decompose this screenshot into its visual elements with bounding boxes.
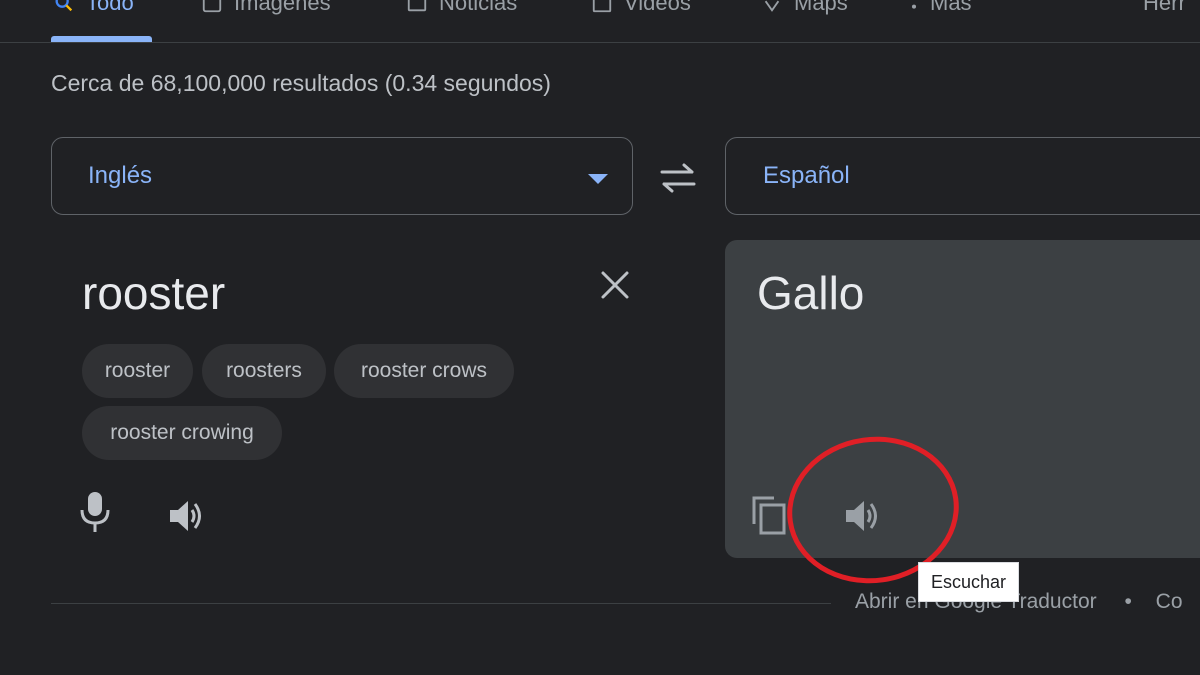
video-icon (590, 0, 614, 15)
footer-next-link[interactable]: Co (1156, 590, 1183, 613)
footer-separator: • (1124, 590, 1132, 613)
tab-mas[interactable]: Más (908, 0, 972, 18)
swap-languages-icon[interactable] (656, 160, 700, 196)
target-language-label: Español (763, 162, 850, 189)
tab-label: Más (930, 0, 972, 15)
microphone-icon[interactable] (78, 490, 112, 534)
result-stats: Cerca de 68,100,000 resultados (0.34 seg… (51, 70, 551, 96)
search-icon (52, 0, 76, 15)
search-tabs: Todo Imágenes Noticias Videos Maps Más H… (0, 0, 1200, 43)
tab-noticias[interactable]: Noticias (405, 0, 517, 18)
active-tab-indicator (51, 36, 152, 42)
target-language-select[interactable]: Español (725, 137, 1200, 215)
news-icon (405, 0, 429, 15)
tab-label: Maps (794, 0, 848, 15)
copy-icon[interactable] (750, 494, 788, 536)
source-language-label: Inglés (88, 162, 153, 189)
tab-label: Imágenes (234, 0, 331, 15)
tab-videos[interactable]: Videos (590, 0, 691, 18)
tab-label: Herr (1143, 0, 1186, 15)
tab-todo[interactable]: Todo (52, 0, 134, 18)
tab-imagenes[interactable]: Imágenes (200, 0, 331, 18)
source-text[interactable]: rooster (82, 266, 225, 320)
tab-label: Videos (624, 0, 691, 15)
source-language-select[interactable]: Inglés (51, 137, 633, 215)
image-icon (200, 0, 224, 15)
suggestion-chip[interactable]: rooster (82, 344, 193, 398)
speaker-icon[interactable] (166, 496, 206, 536)
suggestion-chip[interactable]: roosters (202, 344, 326, 398)
more-vert-icon (908, 0, 920, 15)
suggestion-chip[interactable]: rooster crowing (82, 406, 282, 460)
divider (51, 603, 831, 604)
dropdown-arrow-icon (588, 174, 608, 184)
suggestion-chip[interactable]: rooster crows (334, 344, 514, 398)
tab-herramientas[interactable]: Herr (1143, 0, 1186, 18)
listen-tooltip: Escuchar (918, 562, 1020, 602)
map-pin-icon (760, 0, 784, 15)
tab-label: Noticias (439, 0, 518, 15)
translated-text: Gallo (757, 267, 865, 319)
clear-icon[interactable] (598, 268, 632, 302)
tab-maps[interactable]: Maps (760, 0, 848, 18)
tab-label: Todo (86, 0, 134, 15)
